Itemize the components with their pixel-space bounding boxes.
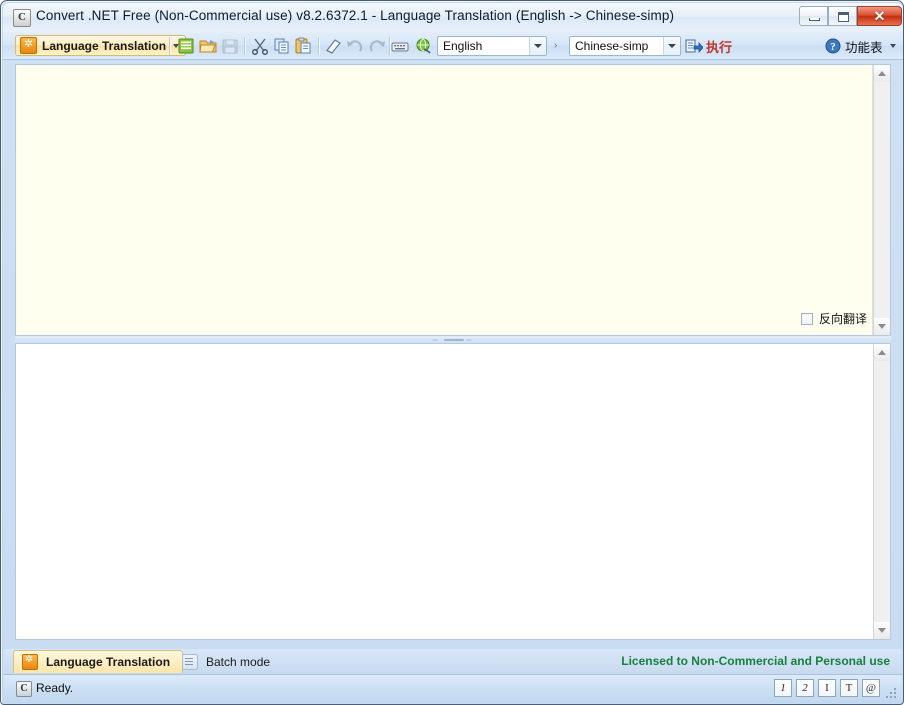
client-area: 反向翻译: [4, 60, 902, 646]
chevron-down-icon: [890, 44, 896, 48]
status-cell-1[interactable]: 1: [774, 679, 792, 697]
batch-lines-icon: [182, 654, 198, 670]
execute-run-icon: [685, 38, 703, 54]
svg-text:?: ?: [830, 41, 836, 53]
scroll-up-icon[interactable]: [874, 344, 890, 361]
execute-label: 执行: [706, 37, 732, 56]
globe-web-icon[interactable]: [413, 36, 435, 56]
save-disk-icon: [219, 36, 241, 56]
copy-icon[interactable]: [271, 36, 293, 56]
target-language-value: Chinese-simp: [570, 39, 663, 53]
minimize-button[interactable]: [799, 6, 828, 26]
reverse-translate-label: 反向翻译: [819, 310, 867, 327]
close-button[interactable]: ✕: [857, 6, 902, 26]
target-language-combo[interactable]: Chinese-simp: [569, 36, 681, 56]
splitter-grip[interactable]: [430, 338, 476, 341]
status-cell-text[interactable]: T: [840, 679, 858, 697]
source-vertical-scrollbar[interactable]: [873, 65, 890, 335]
target-text-pane: [15, 343, 891, 640]
scroll-down-icon[interactable]: [874, 622, 890, 639]
checkbox-box[interactable]: [801, 313, 813, 325]
menu-button[interactable]: ? 功能表: [825, 36, 896, 56]
title-bar: C Convert .NET Free (Non-Commercial use)…: [3, 3, 903, 32]
source-language-value: English: [438, 39, 529, 53]
status-cell-insert[interactable]: I: [818, 679, 836, 697]
bottom-tab-strip: Language Translation Batch mode Licensed…: [4, 649, 902, 674]
toolbar: Language Translation: [3, 32, 903, 60]
toolbar-separator: [318, 37, 320, 55]
toolbar-separator: [169, 37, 171, 55]
toolbar-separator: [244, 37, 246, 55]
mode-selector-label: Language Translation: [42, 39, 166, 53]
app-icon: C: [13, 9, 31, 27]
maximize-button[interactable]: [828, 6, 857, 26]
keyboard-icon[interactable]: [389, 36, 411, 56]
asterisk-orange-icon: [22, 654, 38, 670]
status-app-icon: C: [16, 681, 32, 697]
chevron-down-icon[interactable]: [529, 37, 546, 55]
license-notice: Licensed to Non-Commercial and Personal …: [621, 654, 890, 668]
minimize-icon: [809, 18, 820, 21]
cut-scissors-icon[interactable]: [249, 36, 271, 56]
chevron-down-icon[interactable]: [663, 37, 680, 55]
resize-grip[interactable]: [885, 687, 898, 700]
status-cells: 1 2 I T @: [774, 679, 880, 697]
new-document-icon[interactable]: [175, 36, 197, 56]
tab-batch-mode-label: Batch mode: [206, 655, 270, 669]
status-bar: C Ready. 1 2 I T @: [4, 674, 902, 703]
application-window: C Convert .NET Free (Non-Commercial use)…: [0, 0, 904, 705]
redo-arrow-icon: [366, 36, 388, 56]
eraser-clear-icon[interactable]: [322, 36, 344, 56]
status-message: Ready.: [36, 681, 73, 695]
status-cell-at[interactable]: @: [862, 679, 880, 697]
scroll-down-icon[interactable]: [874, 318, 890, 335]
execute-button[interactable]: 执行: [685, 36, 732, 56]
source-text-pane: 反向翻译: [15, 64, 891, 336]
undo-arrow-icon: [344, 36, 366, 56]
menu-label: 功能表: [845, 37, 883, 56]
target-text-output[interactable]: [16, 344, 873, 639]
tab-language-translation[interactable]: Language Translation: [13, 650, 183, 673]
status-cell-2[interactable]: 2: [796, 679, 814, 697]
asterisk-orange-icon: [20, 37, 37, 54]
tab-language-translation-label: Language Translation: [46, 655, 170, 669]
source-language-combo[interactable]: English: [437, 36, 547, 56]
help-question-icon: ?: [825, 38, 841, 54]
mode-selector-button[interactable]: Language Translation: [15, 35, 186, 56]
scroll-up-icon[interactable]: [874, 65, 890, 82]
paste-clipboard-icon[interactable]: [293, 36, 315, 56]
source-text-input[interactable]: [16, 65, 873, 335]
maximize-icon: [838, 12, 849, 22]
direction-arrow-icon: ›: [554, 40, 557, 51]
close-icon: ✕: [858, 7, 901, 25]
target-vertical-scrollbar[interactable]: [873, 344, 890, 639]
open-folder-icon[interactable]: [197, 36, 219, 56]
pane-splitter[interactable]: [15, 336, 891, 343]
tab-batch-mode[interactable]: Batch mode: [174, 650, 282, 673]
reverse-translate-checkbox[interactable]: 反向翻译: [801, 310, 867, 327]
window-title: Convert .NET Free (Non-Commercial use) v…: [36, 8, 674, 23]
